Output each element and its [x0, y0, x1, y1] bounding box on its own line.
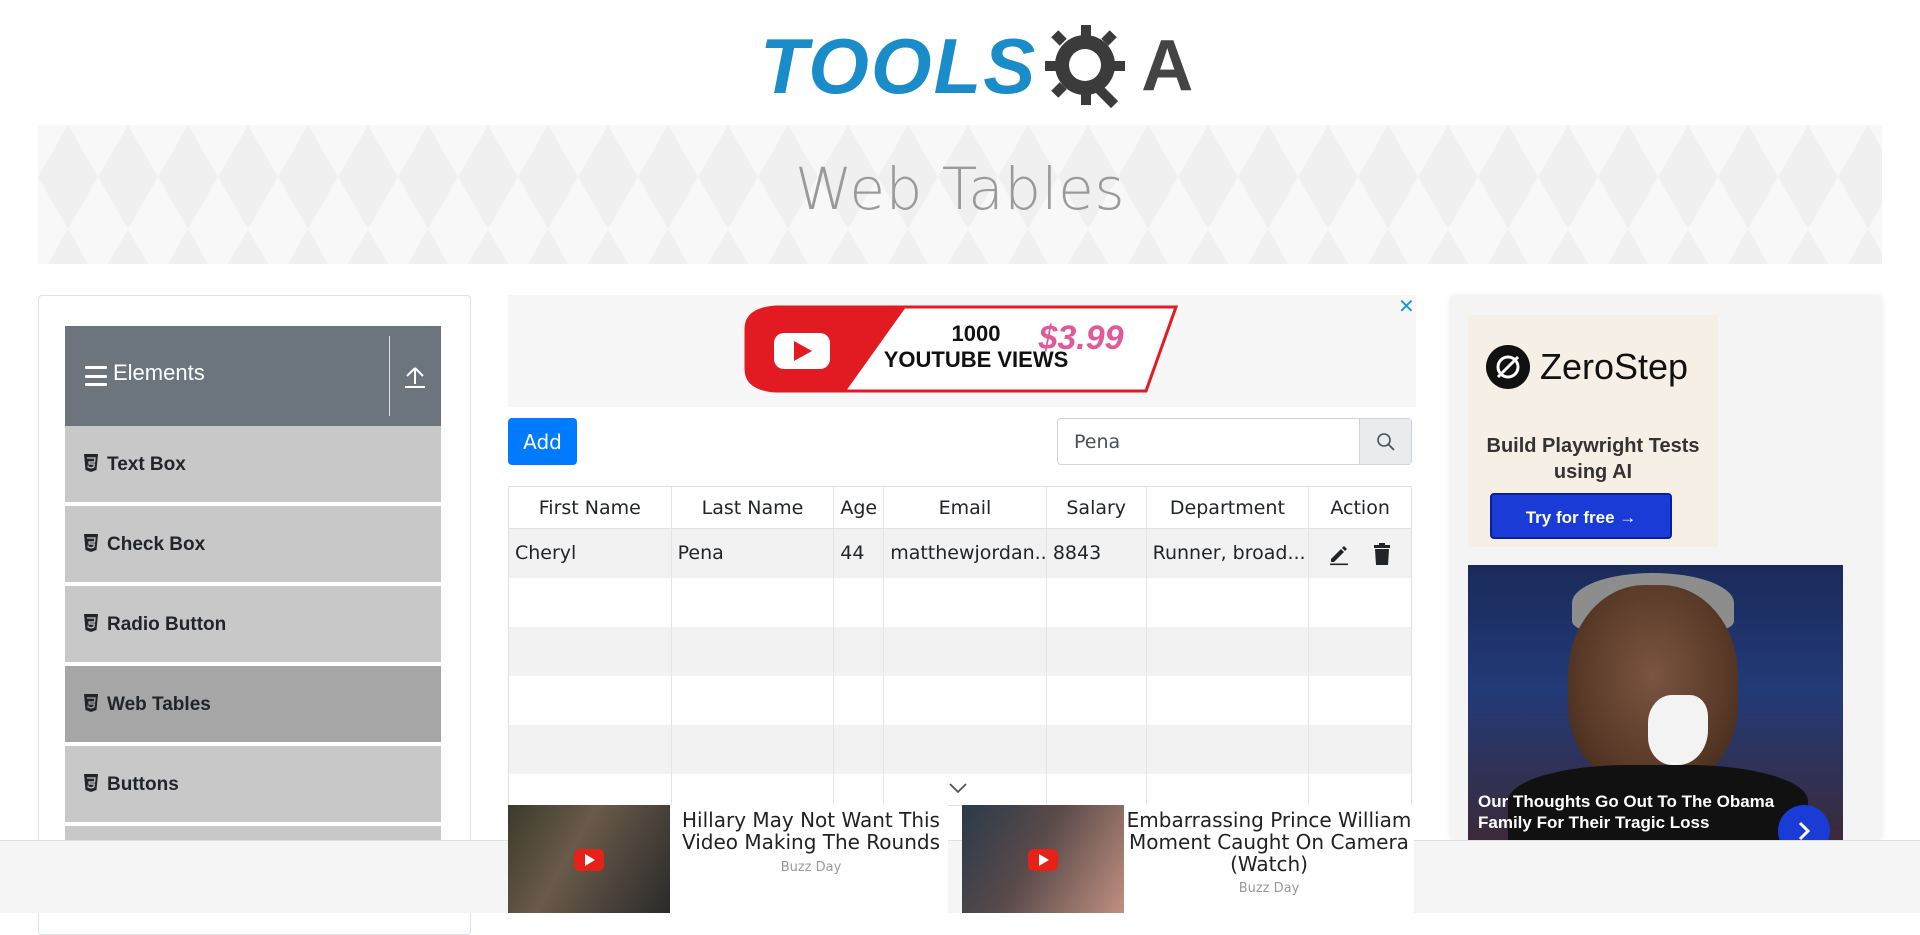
cell-action — [1309, 529, 1411, 578]
sidebar-item-label: Radio Button — [107, 614, 227, 635]
html5-icon — [84, 774, 98, 792]
cell-email: matthewjordan... — [884, 529, 1047, 578]
ad-close-icon[interactable]: ✕ — [1398, 294, 1415, 318]
column-header-department[interactable]: Department — [1147, 487, 1310, 528]
hamburger-icon — [85, 366, 107, 386]
sidebar-item-label: Buttons — [107, 774, 179, 795]
right-sidebar-ad[interactable]: ZeroStep Build Playwright Tests using AI… — [1450, 295, 1882, 840]
toolsqa-logo[interactable]: TOOLS A — [760, 18, 1193, 114]
table-row-empty — [509, 676, 1411, 725]
bottom-bar — [0, 840, 1920, 913]
zerostep-description: Build Playwright Tests using AI — [1486, 435, 1700, 483]
gear-magnifier-icon — [1045, 25, 1126, 109]
zerostep-name: ZeroStep — [1540, 346, 1689, 387]
logo-letter-a: A — [1141, 26, 1194, 106]
sidebar-item-web-tables[interactable]: Web Tables — [65, 666, 441, 744]
sidebar-item-label: Web Tables — [107, 694, 211, 715]
html5-icon — [84, 694, 98, 712]
ad-line-1: 1000 — [952, 321, 1001, 346]
page-title: Web Tables — [794, 155, 1126, 223]
sidebar-item-label: Check Box — [107, 534, 206, 555]
group-label: Elements — [113, 360, 205, 385]
column-header-age[interactable]: Age — [834, 487, 885, 528]
search-icon — [1376, 432, 1395, 451]
chevron-down-icon[interactable] — [947, 780, 969, 796]
search-box — [1057, 418, 1412, 465]
try-for-free-button[interactable]: Try for free → — [1490, 493, 1672, 539]
sidebar-item-check-box[interactable]: Check Box — [65, 506, 441, 584]
header-divider — [389, 336, 390, 416]
search-button[interactable] — [1359, 419, 1411, 464]
chevron-right-icon — [1798, 821, 1811, 840]
play-icon — [574, 849, 604, 871]
ad-price: $3.99 — [1037, 319, 1123, 357]
html5-icon — [84, 534, 98, 552]
column-header-action: Action — [1330, 497, 1390, 519]
zerostep-logo: ZeroStep — [1486, 345, 1688, 389]
sidebar-item-radio-button[interactable]: Radio Button — [65, 586, 441, 664]
ad-source: Buzz Day — [1238, 881, 1300, 896]
web-table: First Name Last Name Age Email Salary De… — [508, 486, 1412, 806]
logo-text: TOOLS — [760, 22, 1038, 110]
cell-last-name: Pena — [672, 529, 835, 578]
column-header-salary[interactable]: Salary — [1047, 487, 1147, 528]
search-input[interactable] — [1058, 419, 1359, 464]
table-row: Cheryl Pena 44 matthewjordan... 8843 Run… — [509, 529, 1411, 578]
table-header: First Name Last Name Age Email Salary De… — [509, 487, 1411, 529]
cell-first-name: Cheryl — [509, 529, 672, 578]
column-header-last-name[interactable]: Last Name — [672, 487, 835, 528]
zerostep-logo-icon — [1486, 345, 1530, 389]
table-row-empty — [509, 725, 1411, 774]
sidebar-item-buttons[interactable]: Buttons — [65, 746, 441, 824]
delete-trash-icon[interactable] — [1371, 542, 1393, 566]
page-banner: Web Tables — [38, 125, 1882, 264]
ad-headline: Embarrassing Prince William Moment Caugh… — [1126, 808, 1412, 876]
column-header-first-name[interactable]: First Name — [509, 487, 672, 528]
cell-age: 44 — [834, 529, 885, 578]
html5-icon — [84, 614, 98, 632]
bottom-ad-1[interactable]: Hillary May Not Want This Video Making T… — [508, 805, 948, 913]
news-ad-image[interactable]: Our Thoughts Go Out To The Obama Family … — [1468, 565, 1843, 840]
youtube-views-ad-graphic: 1000 YOUTUBE VIEWS $3.99 — [744, 305, 1179, 393]
bottom-ad-2[interactable]: Embarrassing Prince William Moment Caugh… — [962, 805, 1414, 913]
collapse-arrow-icon[interactable] — [395, 362, 435, 392]
cell-salary: 8843 — [1047, 529, 1147, 578]
ad-thumbnail — [962, 805, 1124, 913]
news-ad-caption: Our Thoughts Go Out To The Obama Family … — [1478, 792, 1775, 832]
sidebar-item-text-box[interactable]: Text Box — [65, 426, 441, 504]
elements-group-header[interactable]: Elements — [65, 326, 441, 426]
youtube-views-ad[interactable]: 1000 YOUTUBE VIEWS $3.99 — [508, 295, 1416, 407]
cell-department: Runner, broad... — [1147, 529, 1310, 578]
edit-pencil-icon[interactable] — [1327, 542, 1351, 566]
left-sidebar: Elements Text Box Check Box Radio Button… — [38, 295, 471, 935]
table-row-empty — [509, 578, 1411, 627]
sidebar-item-label: Text Box — [107, 454, 186, 475]
table-row-empty — [509, 627, 1411, 676]
html5-icon — [84, 454, 98, 472]
play-icon — [1028, 849, 1058, 871]
add-button[interactable]: Add — [508, 418, 577, 465]
column-header-email[interactable]: Email — [884, 487, 1047, 528]
ad-source: Buzz Day — [780, 860, 842, 875]
ad-headline: Hillary May Not Want This Video Making T… — [681, 808, 941, 854]
ad-thumbnail — [508, 805, 670, 913]
top-header: TOOLS A — [0, 0, 1920, 122]
